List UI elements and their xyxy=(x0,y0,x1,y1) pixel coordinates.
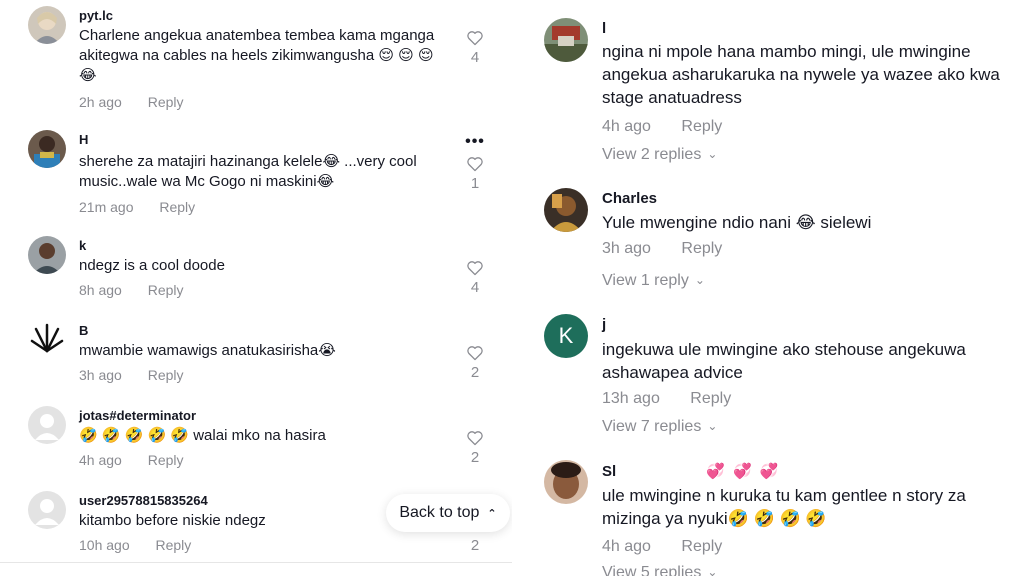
comment-username: Sl 💞 💞 💞 xyxy=(602,462,781,480)
comment-time: 21m ago xyxy=(79,199,134,215)
comment-meta: 4h ago Reply xyxy=(602,538,722,556)
reply-button[interactable]: Reply xyxy=(681,118,722,135)
like-count: 2 xyxy=(470,364,480,381)
comment-text: ndegz is a cool doode xyxy=(79,257,225,274)
comment-username[interactable]: j xyxy=(602,316,606,333)
comment-text: ingekuwa ule mwingine ako stehouse angek… xyxy=(602,340,966,382)
like-button[interactable]: 1 xyxy=(463,156,487,192)
heart-icon xyxy=(467,431,483,446)
like-count: 4 xyxy=(470,279,480,296)
avatar[interactable] xyxy=(28,406,66,444)
comment-meta: 21m ago Reply xyxy=(79,199,195,215)
avatar[interactable] xyxy=(544,188,588,232)
comment-time: 2h ago xyxy=(79,94,122,110)
reply-button[interactable]: Reply xyxy=(148,452,184,468)
view-replies-button[interactable]: View 1 reply ⌄ xyxy=(602,272,705,290)
comment-text: Yule mwengine ndio nani 😂 sielewi xyxy=(602,213,872,232)
comment-time: 4h ago xyxy=(602,538,651,555)
like-button[interactable]: 4 xyxy=(463,260,487,296)
reply-button[interactable]: Reply xyxy=(159,199,195,215)
heart-icon xyxy=(467,31,483,46)
comment-meta: 2h ago Reply xyxy=(79,94,184,110)
reply-button[interactable]: Reply xyxy=(681,240,722,257)
comment-username[interactable]: l xyxy=(602,20,606,37)
comment-text: kitambo before niskie ndegz xyxy=(79,512,266,529)
comment-time: 3h ago xyxy=(79,367,122,383)
divider xyxy=(0,562,512,563)
avatar[interactable] xyxy=(28,321,66,359)
panel-divider xyxy=(512,0,520,576)
comment-meta: 4h ago Reply xyxy=(79,452,184,468)
chevron-down-icon: ⌄ xyxy=(707,419,718,433)
heart-icon xyxy=(467,346,483,361)
like-button[interactable]: 4 xyxy=(463,30,487,66)
chevron-down-icon: ⌄ xyxy=(694,273,705,287)
reply-button[interactable]: Reply xyxy=(148,282,184,298)
comment-text: mwambie wamawigs anatukasirisha😭 xyxy=(79,342,336,359)
more-options-icon[interactable]: ••• xyxy=(463,134,487,150)
avatar[interactable] xyxy=(544,460,588,504)
heart-emoji-icon: 💞 💞 💞 xyxy=(706,463,781,480)
reply-button[interactable]: Reply xyxy=(156,537,192,553)
comment-time: 3h ago xyxy=(602,240,651,257)
comment-username[interactable]: pyt.lc xyxy=(79,8,113,23)
comment-username[interactable]: B xyxy=(79,323,88,338)
heart-icon xyxy=(467,157,483,172)
reply-button[interactable]: Reply xyxy=(690,390,731,407)
like-count: 4 xyxy=(470,49,480,66)
comment-username[interactable]: Charles xyxy=(602,190,657,207)
comment-meta: 10h ago Reply xyxy=(79,537,191,553)
comment-text: Charlene angekua anatembea tembea kama m… xyxy=(79,27,435,84)
comment-time: 10h ago xyxy=(79,537,130,553)
comment-time: 13h ago xyxy=(602,390,660,407)
comment-meta: 3h ago Reply xyxy=(602,240,722,258)
avatar[interactable] xyxy=(28,236,66,274)
view-replies-label: View 1 reply xyxy=(602,272,689,289)
comment-text: 🤣 🤣 🤣 🤣 🤣 walai mko na hasira xyxy=(79,427,326,444)
view-replies-button[interactable]: View 7 replies ⌄ xyxy=(602,418,717,436)
avatar[interactable] xyxy=(28,491,66,529)
comment-time: 8h ago xyxy=(79,282,122,298)
comment-time: 4h ago xyxy=(79,452,122,468)
comment-username[interactable]: H xyxy=(79,132,88,147)
chevron-up-icon: ⌃ xyxy=(487,507,497,520)
like-count: 1 xyxy=(470,175,480,192)
view-replies-label: View 2 replies xyxy=(602,146,702,163)
avatar[interactable] xyxy=(28,6,66,44)
comment-meta: 4h ago Reply xyxy=(602,118,722,136)
comment-text: ule mwingine n kuruka tu kam gentlee n s… xyxy=(602,486,966,528)
comment-meta: 13h ago Reply xyxy=(602,390,731,408)
view-replies-button[interactable]: View 2 replies ⌄ xyxy=(602,146,717,164)
reply-button[interactable]: Reply xyxy=(681,538,722,555)
comment-username[interactable]: k xyxy=(79,238,86,253)
like-count: 2 xyxy=(470,449,480,466)
comment-text: ngina ni mpole hana mambo mingi, ule mwi… xyxy=(602,42,1000,107)
reply-button[interactable]: Reply xyxy=(148,367,184,383)
comment-username[interactable]: jotas#determinator xyxy=(79,408,196,423)
comment-meta: 8h ago Reply xyxy=(79,282,184,298)
view-replies-label: View 5 replies xyxy=(602,564,702,576)
back-to-top-button[interactable]: Back to top ⌃ xyxy=(386,494,510,532)
like-button[interactable]: 2 xyxy=(463,430,487,466)
right-comment-panel: l ngina ni mpole hana mambo mingi, ule m… xyxy=(520,0,1024,576)
view-replies-button[interactable]: View 5 replies ⌄ xyxy=(602,564,717,576)
avatar[interactable] xyxy=(28,130,66,168)
like-count: 2 xyxy=(470,537,480,554)
like-button[interactable]: 2 xyxy=(463,345,487,381)
comment-meta: 3h ago Reply xyxy=(79,367,184,383)
heart-icon xyxy=(467,261,483,276)
comment-time: 4h ago xyxy=(602,118,651,135)
comment-text: sherehe za matajiri hazinanga kelele😂 ..… xyxy=(79,153,417,190)
comment-username-text[interactable]: Sl xyxy=(602,463,616,480)
reply-button[interactable]: Reply xyxy=(148,94,184,110)
avatar[interactable]: K xyxy=(544,314,588,358)
comment-username[interactable]: user29578815835264 xyxy=(79,493,208,508)
chevron-down-icon: ⌄ xyxy=(707,565,718,576)
avatar[interactable] xyxy=(544,18,588,62)
left-comment-panel: pyt.lc Charlene angekua anatembea tembea… xyxy=(0,0,512,576)
view-replies-label: View 7 replies xyxy=(602,418,702,435)
avatar-letter: K xyxy=(558,323,574,348)
back-to-top-label: Back to top xyxy=(399,504,480,521)
chevron-down-icon: ⌄ xyxy=(707,147,718,161)
